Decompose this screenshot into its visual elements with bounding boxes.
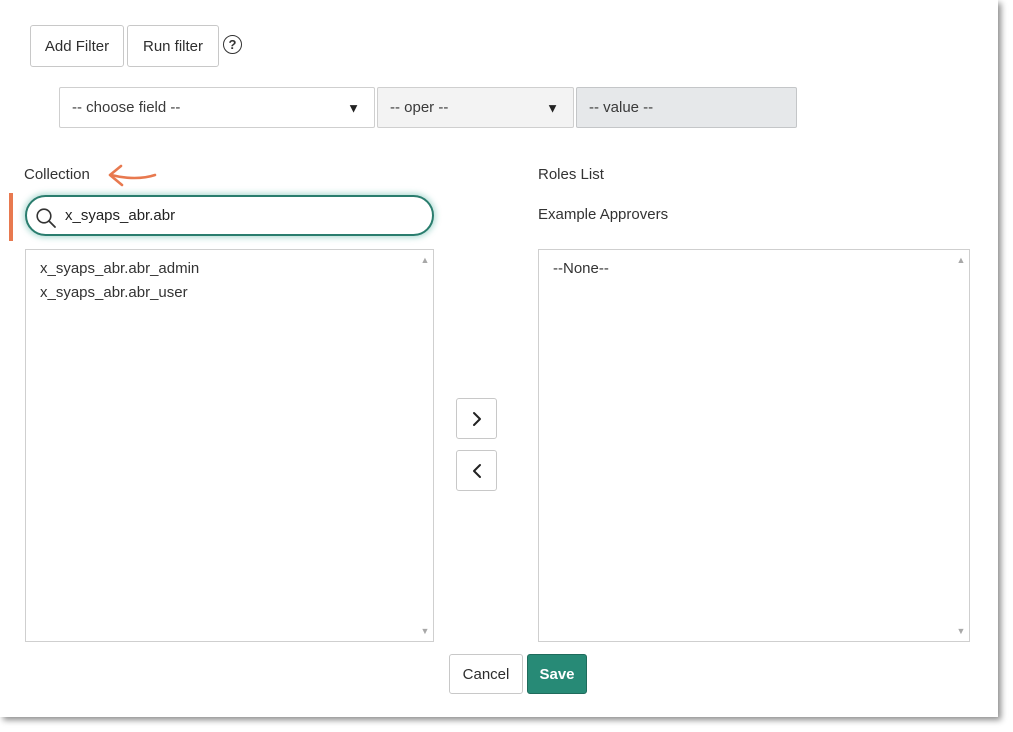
chevron-left-icon xyxy=(472,463,481,478)
value-field[interactable]: -- value -- xyxy=(576,87,797,128)
scroll-down-icon[interactable]: ▼ xyxy=(417,626,433,636)
save-button[interactable]: Save xyxy=(527,654,587,694)
scroll-up-icon[interactable]: ▲ xyxy=(417,255,433,265)
scrollbar[interactable]: ▲ ▼ xyxy=(417,250,433,641)
operator-label: -- oper -- xyxy=(390,99,449,116)
remove-from-roles-button[interactable] xyxy=(456,450,497,491)
scroll-down-icon[interactable]: ▼ xyxy=(953,626,969,636)
choose-field-select[interactable]: -- choose field -- ▼ xyxy=(59,87,375,128)
collection-list[interactable]: x_syaps_abr.abr_admin x_syaps_abr.abr_us… xyxy=(25,249,434,642)
choose-field-label: -- choose field -- xyxy=(72,99,181,116)
collection-label: Collection xyxy=(24,166,90,183)
list-item[interactable]: --None-- xyxy=(539,257,969,281)
run-filter-button[interactable]: Run filter xyxy=(127,25,219,67)
roles-list[interactable]: --None-- ▲ ▼ xyxy=(538,249,970,642)
collection-search-box[interactable] xyxy=(25,195,434,236)
chevron-right-icon xyxy=(472,411,481,426)
cancel-button[interactable]: Cancel xyxy=(449,654,523,694)
scroll-up-icon[interactable]: ▲ xyxy=(953,255,969,265)
dropdown-caret-icon: ▼ xyxy=(546,100,559,115)
list-item[interactable]: x_syaps_abr.abr_admin xyxy=(26,257,433,281)
roles-sublabel: Example Approvers xyxy=(538,206,669,223)
add-to-roles-button[interactable] xyxy=(456,398,497,439)
list-item[interactable]: x_syaps_abr.abr_user xyxy=(26,281,433,305)
search-icon xyxy=(36,208,56,228)
dropdown-caret-icon: ▼ xyxy=(347,100,360,115)
arrow-left-icon xyxy=(108,164,157,187)
scrollbar[interactable]: ▲ ▼ xyxy=(953,250,969,641)
annotation-marker xyxy=(9,193,13,241)
value-placeholder: -- value -- xyxy=(589,99,654,116)
add-filter-button[interactable]: Add Filter xyxy=(30,25,124,67)
collection-search-input[interactable] xyxy=(65,207,395,224)
roles-list-label: Roles List xyxy=(538,166,604,183)
operator-select[interactable]: -- oper -- ▼ xyxy=(377,87,574,128)
help-icon[interactable]: ? xyxy=(223,35,242,54)
